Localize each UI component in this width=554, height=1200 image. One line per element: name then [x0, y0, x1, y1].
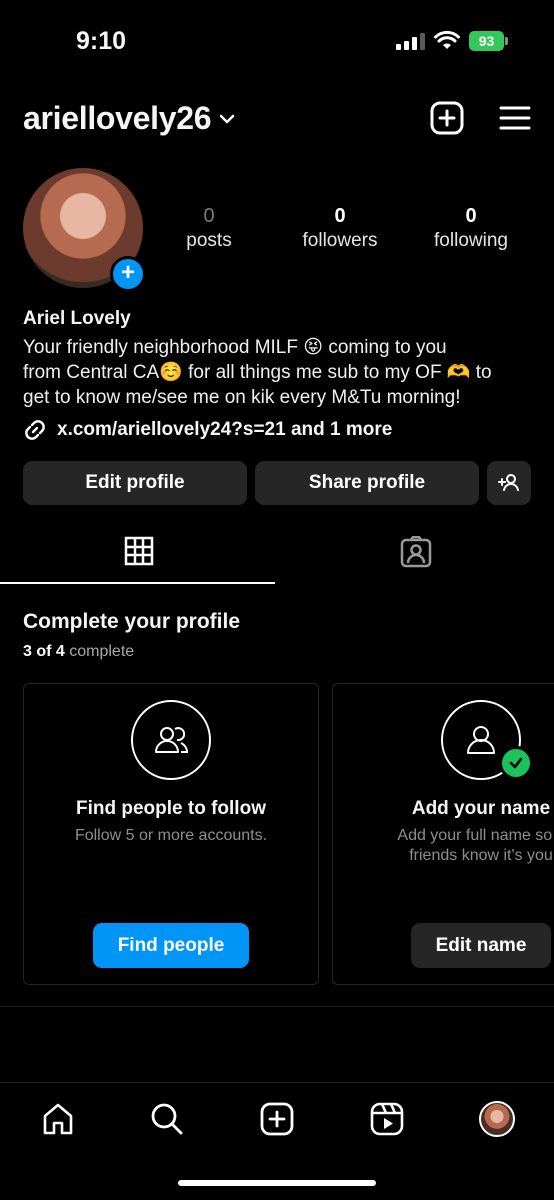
add-person-icon [498, 474, 519, 492]
share-profile-button[interactable]: Share profile [255, 461, 479, 505]
nav-profile[interactable] [477, 1099, 517, 1139]
signal-icon [396, 33, 425, 50]
profile-avatar-small [479, 1101, 515, 1137]
wifi-icon [434, 30, 460, 49]
chevron-down-icon [220, 114, 235, 123]
bio-line: Your friendly neighborhood MILF 😝 coming… [23, 337, 447, 358]
reels-icon [370, 1102, 404, 1136]
home-icon [43, 1103, 73, 1135]
display-name: Ariel Lovely [23, 308, 131, 329]
nav-reels[interactable] [367, 1099, 407, 1139]
card-title: Find people to follow [76, 798, 266, 819]
posts-count: 0 [203, 205, 215, 227]
nav-create[interactable] [257, 1099, 297, 1139]
posts-label: posts [186, 230, 232, 251]
card-description-line: Add your full name so y [397, 827, 554, 844]
username: ariellovely26 [23, 100, 212, 136]
edit-name-button[interactable]: Edit name [411, 923, 551, 968]
bio-link-text: x.com/ariellovely24?s=21 and 1 more [57, 419, 393, 440]
following-label: following [434, 230, 508, 251]
stat-following[interactable]: 0 following [416, 205, 526, 252]
status-time: 9:10 [76, 27, 127, 55]
stat-posts[interactable]: 0 posts [154, 205, 264, 252]
card-description: Follow 5 or more accounts. [74, 827, 268, 844]
bio: Your friendly neighborhood MILF 😝 coming… [23, 335, 543, 410]
people-icon [131, 700, 211, 780]
discover-people-button[interactable] [487, 461, 531, 505]
card-find-people: Find people to follow Follow 5 or more a… [23, 683, 319, 985]
complete-profile-progress: 3 of 4 complete [23, 643, 134, 661]
progress-suffix: complete [69, 643, 135, 660]
following-count: 0 [465, 205, 477, 227]
find-people-button[interactable]: Find people [93, 923, 249, 968]
status-bar: 9:10 93 [0, 0, 554, 86]
grid-icon [124, 536, 153, 566]
followers-label: followers [302, 230, 378, 251]
username-switcher[interactable]: ariellovely26 [23, 100, 235, 137]
bio-line: get to know me/see me on kik every M&Tu … [23, 387, 461, 408]
card-description-line: friends know it's you [409, 847, 553, 864]
active-tab-indicator [0, 582, 275, 584]
check-icon [499, 746, 533, 780]
card-description: Add your full name so y friends know it'… [333, 826, 554, 866]
edit-profile-button[interactable]: Edit profile [23, 461, 247, 505]
followers-count: 0 [334, 205, 346, 227]
link-icon [25, 420, 45, 440]
menu-icon[interactable] [498, 101, 532, 135]
tagged-icon [400, 536, 431, 568]
nav-home[interactable] [38, 1099, 78, 1139]
stat-followers[interactable]: 0 followers [285, 205, 395, 252]
nav-search[interactable] [147, 1099, 187, 1139]
search-icon [151, 1103, 183, 1135]
bio-line: from Central CA☺️ for all things me sub … [23, 362, 492, 383]
tab-tagged[interactable] [277, 536, 554, 584]
new-post-icon[interactable] [430, 101, 464, 135]
card-title: Add your name [411, 798, 551, 819]
tab-grid[interactable] [0, 536, 277, 584]
divider [0, 1006, 554, 1007]
progress-count: 3 of 4 [23, 643, 65, 660]
battery-indicator: 93 [469, 31, 508, 51]
card-add-name: Add your name Add your full name so y fr… [332, 683, 554, 985]
bio-link[interactable]: x.com/ariellovely24?s=21 and 1 more [23, 418, 392, 442]
add-story-button[interactable]: + [110, 256, 146, 292]
complete-profile-title: Complete your profile [23, 610, 241, 633]
create-icon [260, 1102, 294, 1136]
home-indicator [178, 1180, 376, 1186]
